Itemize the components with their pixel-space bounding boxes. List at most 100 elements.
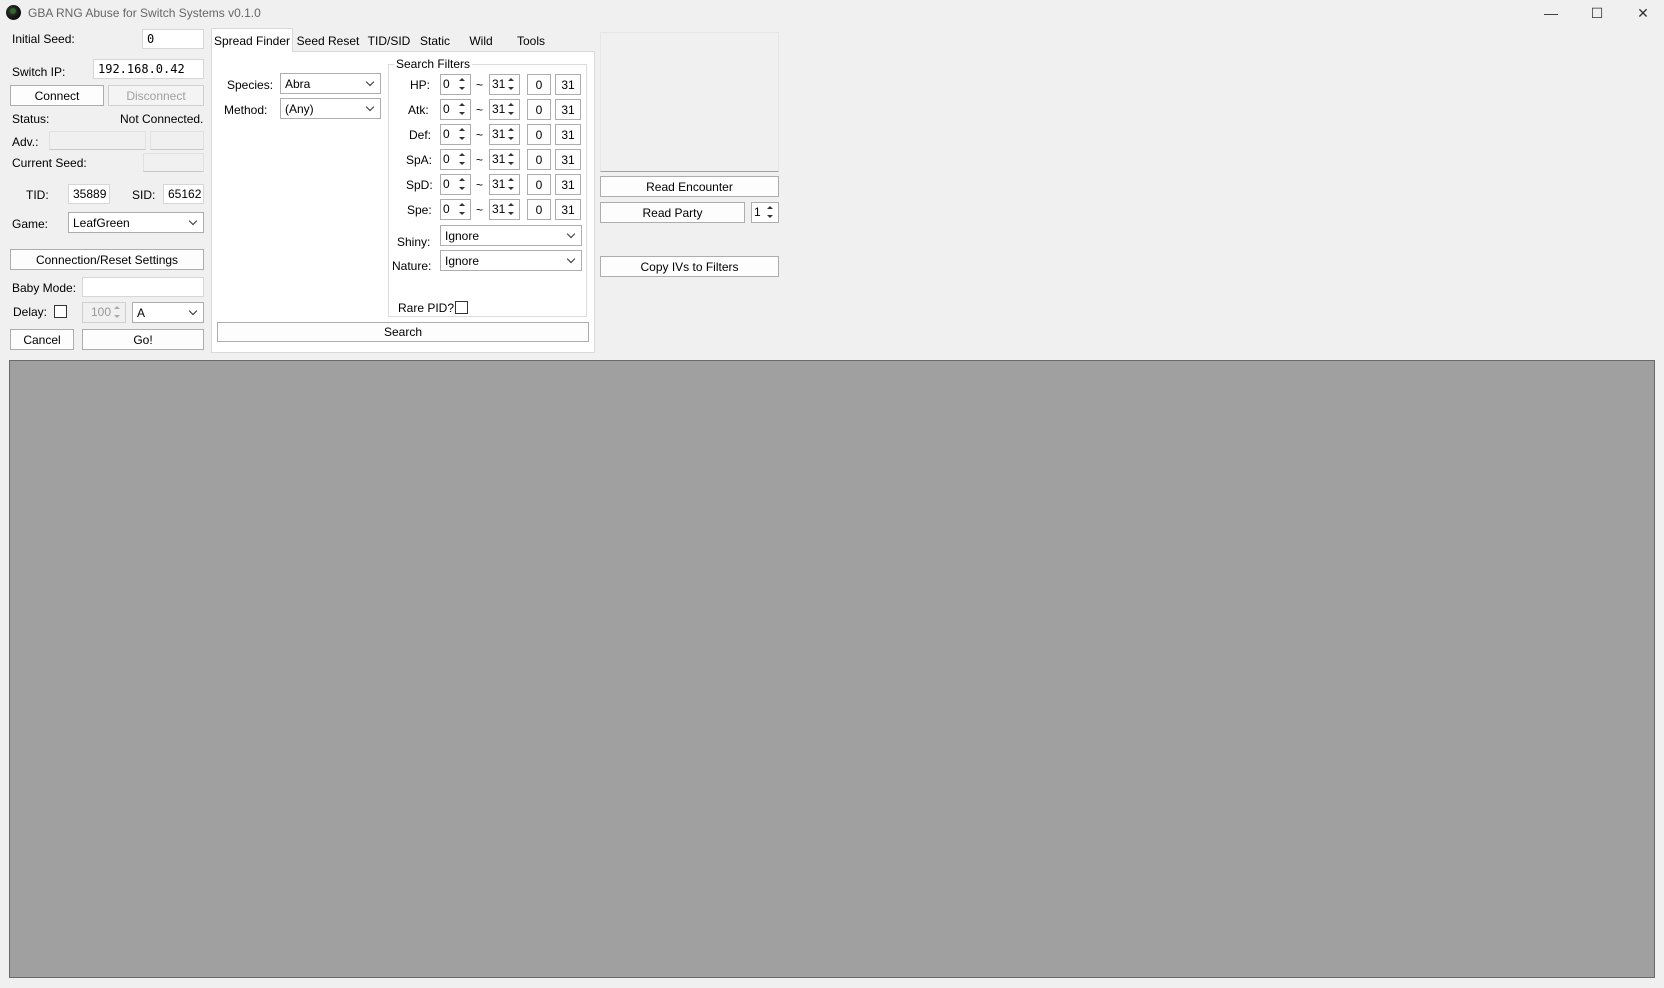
connect-button[interactable]: Connect: [10, 85, 104, 106]
spd-max-stepper[interactable]: 31: [489, 174, 520, 195]
nature-label: Nature:: [392, 259, 432, 273]
hp-max-value: 31: [492, 77, 506, 91]
spe-max-stepper[interactable]: 31: [489, 199, 520, 220]
maximize-icon[interactable]: ☐: [1574, 0, 1620, 26]
atk-min-stepper[interactable]: 0: [440, 99, 471, 120]
range-tilde: ~: [476, 103, 484, 117]
spd-min-value: 0: [443, 177, 450, 191]
stepper-arrows-icon: [505, 101, 518, 118]
chevron-down-icon: [567, 256, 577, 266]
chevron-down-icon: [366, 104, 376, 114]
sid-input[interactable]: 65162: [163, 184, 204, 204]
tab-static[interactable]: Static: [417, 30, 453, 52]
adv-field: [49, 131, 146, 150]
range-tilde: ~: [476, 203, 484, 217]
chevron-down-icon: [567, 231, 577, 241]
hp-set-max-button[interactable]: 31: [555, 74, 581, 95]
delay-checkbox[interactable]: [54, 305, 67, 318]
stepper-arrows-icon: [505, 76, 518, 93]
hp-max-stepper[interactable]: 31: [489, 74, 520, 95]
copy-ivs-to-filters-button[interactable]: Copy IVs to Filters: [600, 256, 779, 277]
spa-set-min-button[interactable]: 0: [527, 149, 551, 170]
rare-pid-checkbox[interactable]: [455, 301, 468, 314]
atk-max-value: 31: [492, 102, 506, 116]
baby-mode-field[interactable]: [82, 277, 204, 297]
hp-min-stepper[interactable]: 0: [440, 74, 471, 95]
def-max-value: 31: [492, 127, 506, 141]
stepper-arrows-icon: [505, 176, 518, 193]
atk-min-value: 0: [443, 102, 450, 116]
chevron-down-icon: [189, 218, 199, 228]
disconnect-button[interactable]: Disconnect: [108, 85, 204, 106]
delay-value: 100: [91, 305, 112, 319]
stepper-arrows-icon: [456, 101, 469, 118]
tab-wild[interactable]: Wild: [457, 30, 505, 52]
spa-max-stepper[interactable]: 31: [489, 149, 520, 170]
hp-set-min-button[interactable]: 0: [527, 74, 551, 95]
def-set-min-button[interactable]: 0: [527, 124, 551, 145]
range-tilde: ~: [476, 178, 484, 192]
status-label: Status:: [12, 112, 50, 126]
adv-field-2: [150, 131, 204, 150]
connection-reset-settings-button[interactable]: Connection/Reset Settings: [10, 249, 204, 270]
atk-set-max-button[interactable]: 31: [555, 99, 581, 120]
shiny-select[interactable]: Ignore: [440, 225, 582, 246]
stepper-arrows-icon: [456, 201, 469, 218]
range-tilde: ~: [476, 128, 484, 142]
party-slot-value: 1: [754, 205, 761, 219]
rare-pid-label: Rare PID?: [398, 301, 455, 315]
def-max-stepper[interactable]: 31: [489, 124, 520, 145]
method-select-value: (Any): [285, 101, 314, 116]
def-min-stepper[interactable]: 0: [440, 124, 471, 145]
range-tilde: ~: [476, 78, 484, 92]
go-button[interactable]: Go!: [82, 329, 204, 350]
method-select[interactable]: (Any): [280, 98, 381, 119]
def-set-max-button[interactable]: 31: [555, 124, 581, 145]
tab-tools[interactable]: Tools: [507, 30, 555, 52]
spd-max-value: 31: [492, 177, 506, 191]
atk-label: Atk:: [408, 103, 429, 117]
party-slot-stepper[interactable]: 1: [751, 202, 779, 223]
initial-seed-input[interactable]: 0: [142, 29, 204, 49]
search-button[interactable]: Search: [217, 322, 589, 342]
spd-set-max-button[interactable]: 31: [555, 174, 581, 195]
spa-min-stepper[interactable]: 0: [440, 149, 471, 170]
atk-max-stepper[interactable]: 31: [489, 99, 520, 120]
stepper-arrows-icon: [505, 201, 518, 218]
spd-min-stepper[interactable]: 0: [440, 174, 471, 195]
stepper-arrows-icon: [505, 151, 518, 168]
range-tilde: ~: [476, 153, 484, 167]
tab-seed-reset[interactable]: Seed Reset: [295, 30, 361, 52]
switch-ip-input[interactable]: 192.168.0.42: [93, 59, 204, 79]
cancel-button[interactable]: Cancel: [10, 329, 74, 350]
search-filters-title: Search Filters: [394, 57, 473, 71]
species-select[interactable]: Abra: [280, 73, 381, 94]
delay-stepper[interactable]: 100: [82, 302, 126, 323]
results-grid[interactable]: [9, 360, 1655, 978]
nature-select[interactable]: Ignore: [440, 250, 582, 271]
spd-set-min-button[interactable]: 0: [527, 174, 551, 195]
hp-label: HP:: [410, 78, 431, 92]
stepper-arrows-icon: [456, 176, 469, 193]
tab-tid-sid[interactable]: TID/SID: [363, 30, 415, 52]
adv-label: Adv.:: [12, 135, 39, 149]
app-icon: [6, 5, 21, 20]
title-bar: GBA RNG Abuse for Switch Systems v0.1.0 …: [0, 0, 1664, 26]
tid-input[interactable]: 35889: [68, 184, 110, 204]
spa-set-max-button[interactable]: 31: [555, 149, 581, 170]
switch-ip-label: Switch IP:: [12, 65, 66, 79]
button-select[interactable]: A: [132, 302, 204, 323]
atk-set-min-button[interactable]: 0: [527, 99, 551, 120]
spe-max-value: 31: [492, 202, 506, 216]
chevron-down-icon: [189, 308, 199, 318]
spe-min-stepper[interactable]: 0: [440, 199, 471, 220]
minimize-icon[interactable]: —: [1528, 0, 1574, 26]
spe-set-max-button[interactable]: 31: [555, 199, 581, 220]
game-select[interactable]: LeafGreen: [68, 212, 204, 233]
tab-spread-finder[interactable]: Spread Finder: [211, 28, 293, 52]
read-party-button[interactable]: Read Party: [600, 202, 745, 223]
spe-set-min-button[interactable]: 0: [527, 199, 551, 220]
hp-min-value: 0: [443, 77, 450, 91]
read-encounter-button[interactable]: Read Encounter: [600, 176, 779, 197]
close-icon[interactable]: ✕: [1620, 0, 1664, 26]
